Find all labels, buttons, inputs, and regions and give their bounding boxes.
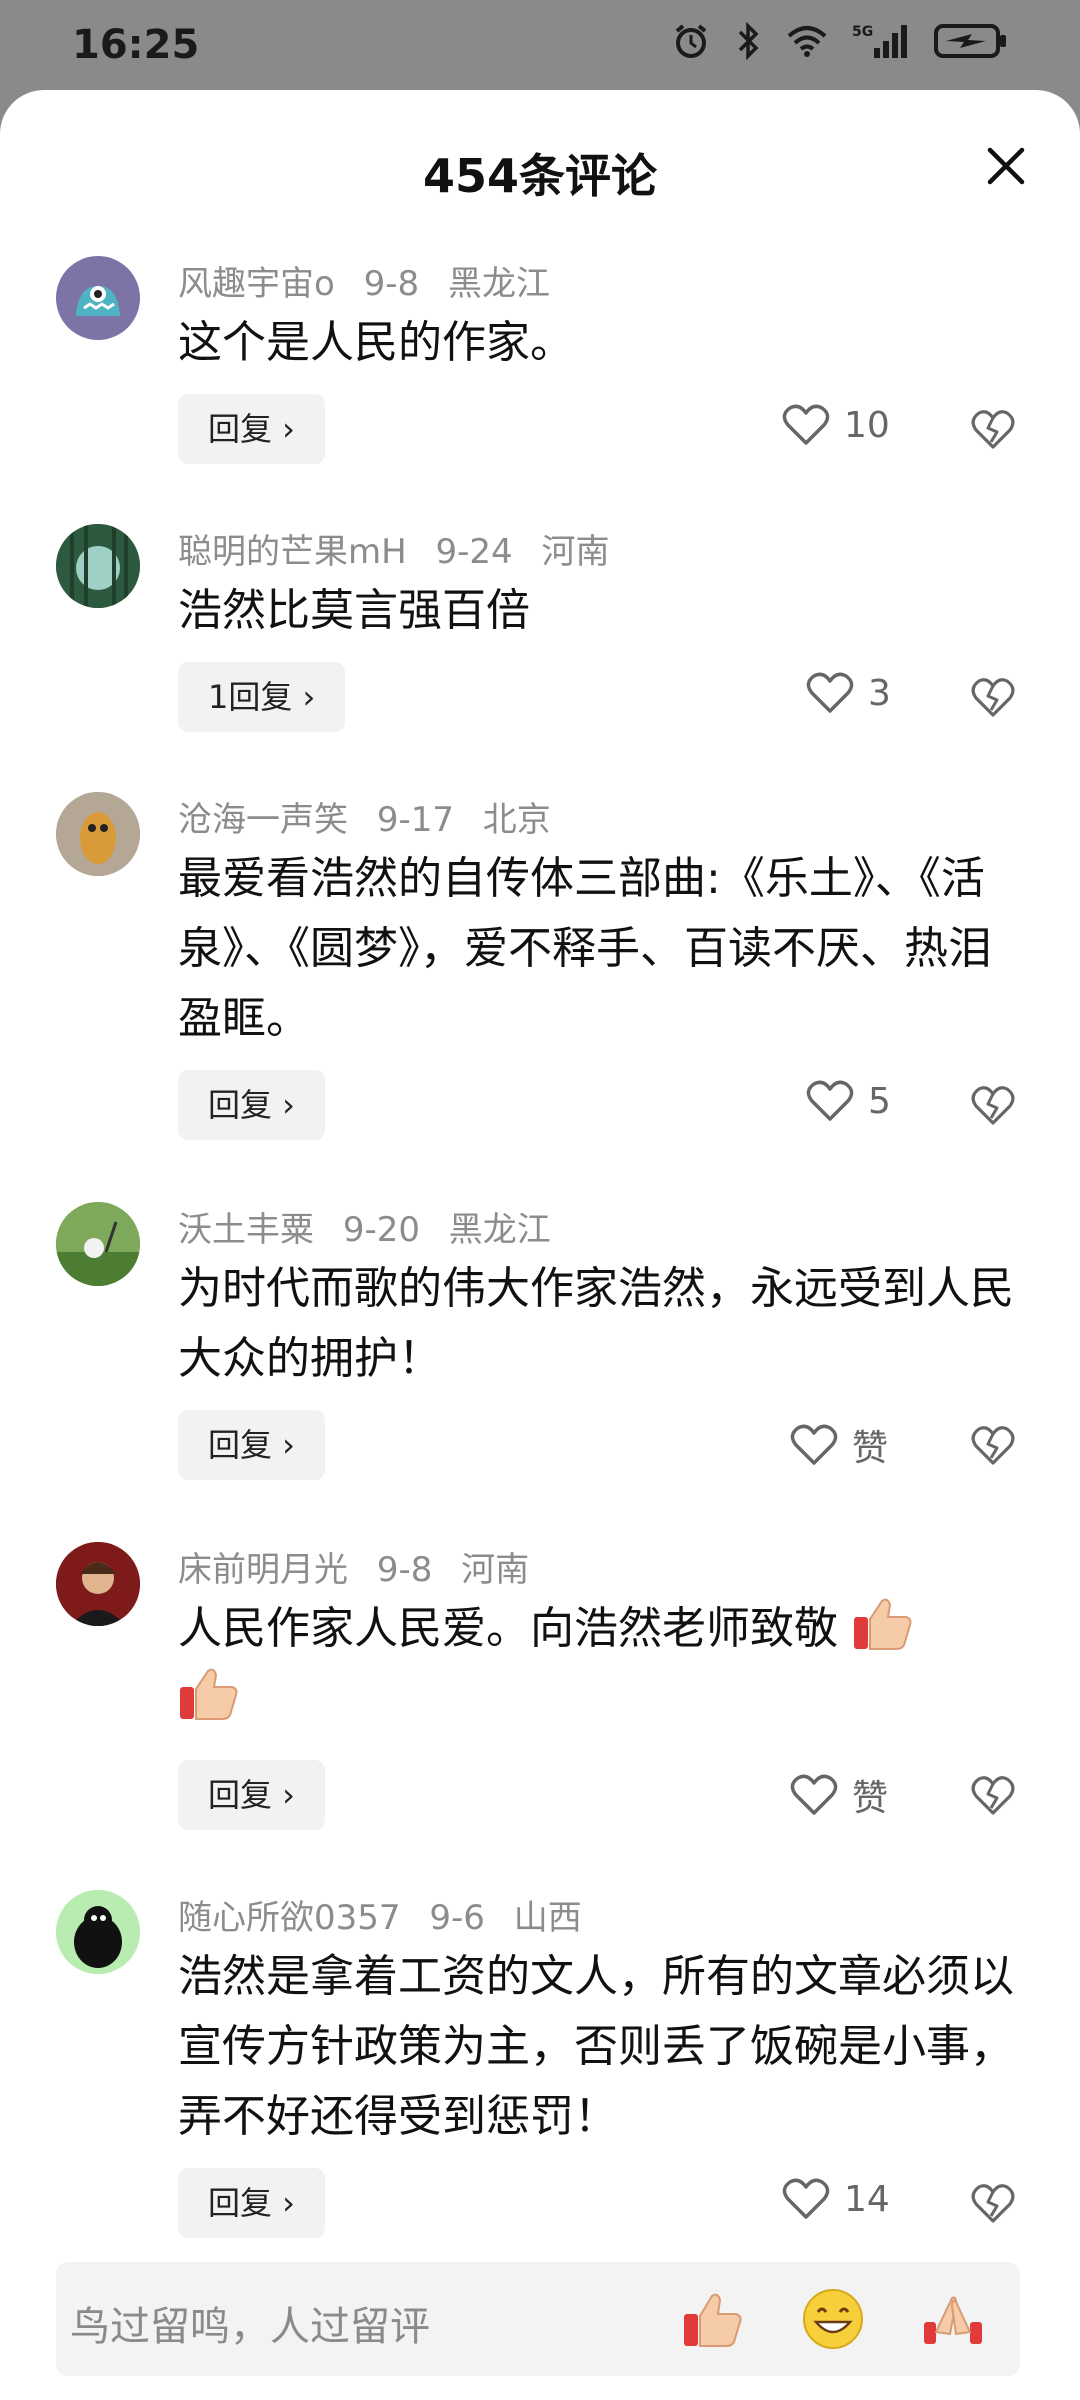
- status-bar: 16:25 5G: [0, 0, 1080, 100]
- avatar[interactable]: [56, 1890, 140, 1974]
- battery-icon: [934, 24, 1006, 58]
- like-count: 3: [868, 672, 891, 714]
- comment-input-placeholder[interactable]: 鸟过留鸣，人过留评: [70, 2294, 430, 2352]
- comment-meta: 随心所欲0357 9-6 山西: [178, 1890, 582, 1939]
- bamboo-avatar-image: [56, 524, 140, 608]
- thumbs-up-emoji: [180, 1668, 238, 1720]
- reply-button[interactable]: 回复 ›: [178, 1410, 325, 1480]
- like-button[interactable]: 赞: [790, 1419, 888, 1471]
- comment-username[interactable]: 床前明月光: [178, 1550, 348, 1590]
- heart-outline-icon: [806, 672, 854, 713]
- comment-username[interactable]: 聪明的芒果mH: [178, 532, 407, 572]
- golf-avatar-image: [56, 1202, 140, 1286]
- comment-input-bar[interactable]: 鸟过留鸣，人过留评: [56, 2262, 1020, 2376]
- like-button[interactable]: 5: [806, 1079, 891, 1123]
- comment-username[interactable]: 沃土丰粟: [178, 1210, 314, 1250]
- comments-count-title: 454条评论: [422, 149, 658, 203]
- broken-heart-icon[interactable]: [970, 1082, 1016, 1128]
- like-count: 赞: [852, 1778, 889, 1819]
- comment-date: 9-24: [435, 532, 513, 572]
- broken-heart-icon[interactable]: [970, 1422, 1016, 1468]
- reply-button[interactable]: 回复 ›: [178, 1070, 325, 1140]
- status-icons: 5G: [672, 22, 1008, 60]
- heart-outline-icon: [790, 1424, 838, 1465]
- comment-meta: 沃土丰粟 9-20 黑龙江: [178, 1202, 551, 1251]
- comment-region: 河南: [461, 1550, 530, 1590]
- svg-text:5G: 5G: [852, 24, 873, 40]
- comment-username[interactable]: 随心所欲0357: [178, 1898, 401, 1938]
- like-button[interactable]: 赞: [790, 1769, 888, 1821]
- close-icon[interactable]: [982, 142, 1030, 190]
- like-button[interactable]: 3: [806, 671, 891, 715]
- comment-date: 9-17: [376, 800, 454, 840]
- avatar[interactable]: [56, 256, 140, 340]
- grinning-emoji-button[interactable]: [802, 2288, 864, 2350]
- avatar[interactable]: [56, 1202, 140, 1286]
- comment-text: 这个是人民的作家。: [178, 317, 574, 368]
- monster-avatar-image: [76, 286, 120, 316]
- broken-heart-icon[interactable]: [970, 406, 1016, 452]
- like-button[interactable]: 10: [782, 403, 890, 447]
- comment-meta: 风趣宇宙o 9-8 黑龙江: [178, 256, 550, 305]
- portrait-avatar-image: [56, 1542, 140, 1626]
- comment-text: 最爱看浩然的自传体三部曲:《乐土》、《活泉》、《圆梦》，爱不释手、百读不厌、热泪…: [178, 853, 992, 1044]
- cartoon-avatar-image: [56, 792, 140, 876]
- comment-region: 北京: [482, 800, 551, 840]
- comment-region: 黑龙江: [447, 264, 550, 304]
- signal-5g-icon: 5G: [852, 24, 907, 58]
- comment-meta: 床前明月光 9-8 河南: [178, 1542, 529, 1591]
- like-count: 14: [844, 2178, 890, 2220]
- comment-text: 人民作家人民爱。向浩然老师致敬: [178, 1594, 1028, 1734]
- comment-date: 9-20: [342, 1210, 420, 1250]
- bird-avatar-image: [56, 1890, 140, 1974]
- heart-outline-icon: [782, 404, 830, 445]
- thumbs-up-emoji: [854, 1598, 912, 1650]
- comment-username[interactable]: 沧海一声笑: [178, 800, 348, 840]
- broken-heart-icon[interactable]: [970, 1772, 1016, 1818]
- broken-heart-icon[interactable]: [970, 2180, 1016, 2226]
- comment-region: 黑龙江: [448, 1210, 551, 1250]
- bluetooth-icon: [738, 22, 759, 60]
- broken-heart-icon[interactable]: [970, 674, 1016, 720]
- comment-username[interactable]: 风趣宇宙o: [178, 264, 335, 304]
- comment-text: 浩然比莫言强百倍: [178, 585, 530, 636]
- comment-text-body: 人民作家人民爱。向浩然老师致敬: [178, 1603, 838, 1654]
- avatar[interactable]: [56, 524, 140, 608]
- reply-button[interactable]: 回复 ›: [178, 2168, 325, 2238]
- heart-outline-icon: [806, 1080, 854, 1121]
- like-button[interactable]: 14: [782, 2177, 890, 2221]
- comment-text: 浩然是拿着工资的文人，所有的文章必须以宣传方针政策为主，否则丢了饭碗是小事，弄不…: [178, 1951, 1014, 2142]
- alarm-icon: [675, 24, 707, 58]
- reply-button[interactable]: 回复 ›: [178, 394, 325, 464]
- comment-meta: 聪明的芒果mH 9-24 河南: [178, 524, 609, 573]
- sheet-header: 454条评论: [0, 90, 1080, 250]
- comment-date: 9-8: [363, 264, 420, 304]
- comment-date: 9-6: [429, 1898, 485, 1938]
- comment-date: 9-8: [376, 1550, 433, 1590]
- like-count: 5: [868, 1080, 891, 1122]
- clapping-hands-emoji-button[interactable]: [922, 2288, 984, 2350]
- like-count: 10: [844, 404, 890, 446]
- reply-button[interactable]: 回复 ›: [178, 1760, 325, 1830]
- avatar[interactable]: [56, 1542, 140, 1626]
- comment-text: 为时代而歌的伟大作家浩然，永远受到人民大众的拥护！: [178, 1263, 1014, 1384]
- wifi-icon: [787, 26, 827, 57]
- thumbs-up-emoji-button[interactable]: [682, 2288, 744, 2350]
- comment-region: 河南: [541, 532, 610, 572]
- reply-button[interactable]: 1回复 ›: [178, 662, 346, 732]
- heart-outline-icon: [782, 2178, 830, 2219]
- avatar[interactable]: [56, 792, 140, 876]
- comment-meta: 沧海一声笑 9-17 北京: [178, 792, 551, 841]
- status-time: 16:25: [72, 22, 200, 68]
- heart-outline-icon: [790, 1774, 838, 1815]
- comment-region: 山西: [513, 1898, 582, 1938]
- like-count: 赞: [852, 1428, 889, 1469]
